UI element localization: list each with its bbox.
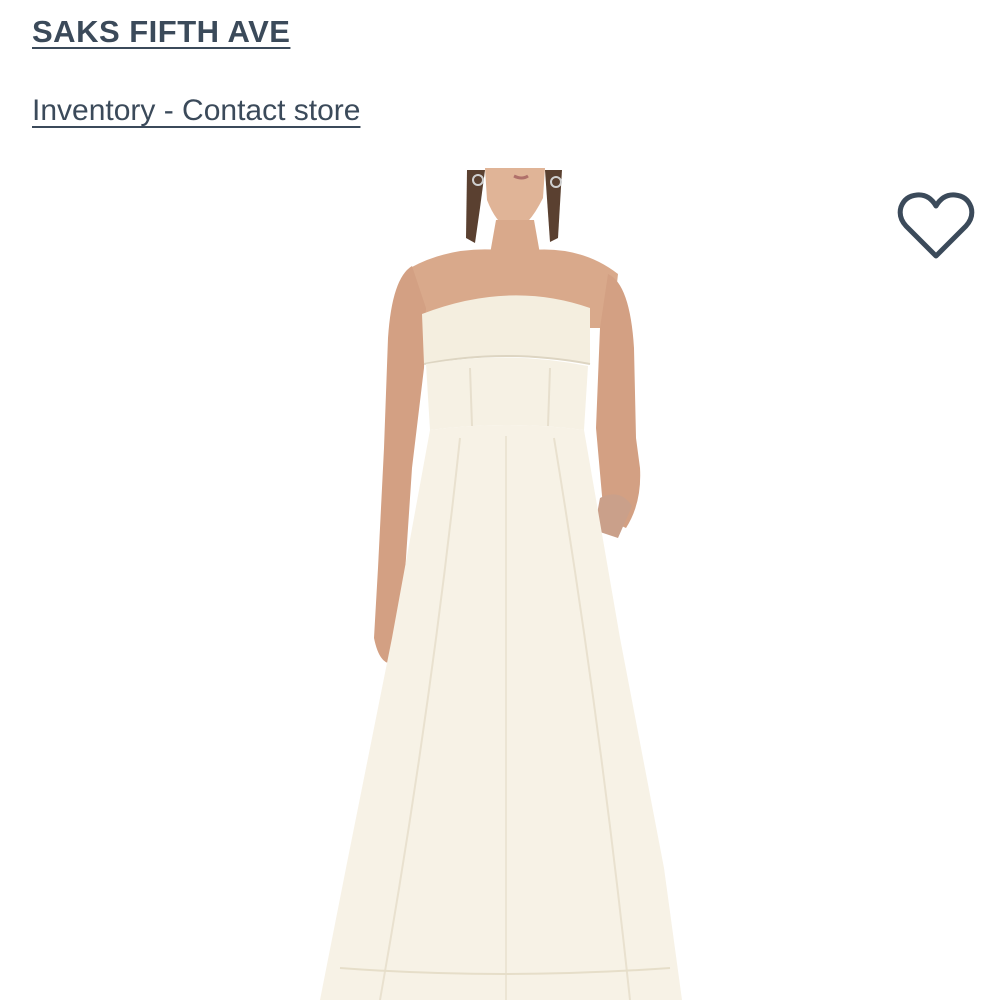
hair-right (545, 170, 562, 242)
inventory-contact-store-link[interactable]: Inventory - Contact store (32, 94, 360, 128)
store-name-link[interactable]: SAKS FIFTH AVE (32, 14, 290, 50)
dress-fold (422, 295, 590, 364)
product-image (320, 168, 682, 1000)
heart-outline-icon[interactable] (896, 190, 976, 262)
arm-right (596, 274, 641, 528)
neck (490, 220, 540, 254)
dress-bodice (426, 357, 588, 430)
